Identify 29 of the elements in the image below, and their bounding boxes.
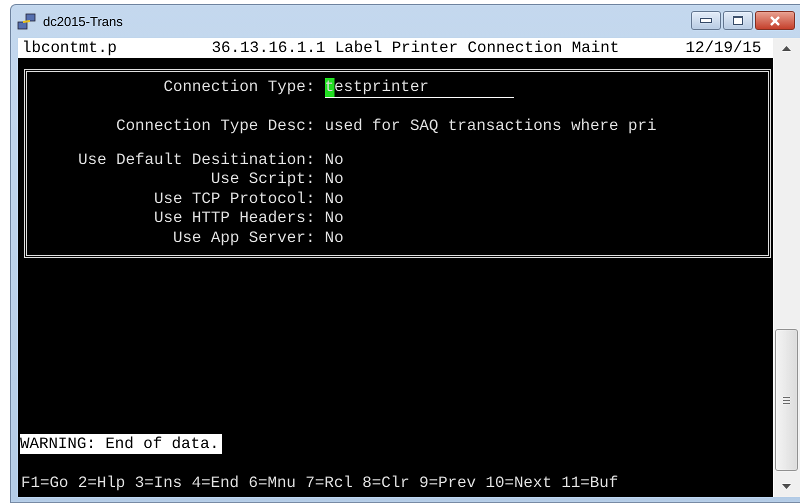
field-label: Use App Server:	[172, 228, 316, 248]
window-title: dc2015-Trans	[43, 14, 123, 29]
maximize-button[interactable]	[723, 11, 753, 30]
field-label: Use Script:	[210, 170, 316, 190]
field-value: No	[324, 228, 344, 248]
function-key-legend: F1=Go 2=Hlp 3=Ins 4=End 6=Mnu 7=Rcl 8=Clr 9=Prev 10=Next 11=Buf	[18, 473, 774, 493]
screen-title: 36.13.16.1.1 Label Printer Connection Maint	[212, 38, 620, 58]
scroll-up-icon[interactable]	[782, 46, 792, 51]
field-value: used for SAQ transactions where pri	[324, 117, 656, 136]
minimize-button[interactable]	[691, 11, 721, 30]
program-name: lbcontmt.p	[22, 38, 118, 58]
field-value: No	[324, 170, 344, 190]
scroll-down-icon[interactable]	[782, 484, 792, 489]
field-label: Use Default Desitination:	[77, 150, 316, 170]
field-label: Use HTTP Headers:	[153, 209, 316, 228]
screen-date: 12/19/15	[686, 38, 762, 58]
scroll-thumb[interactable]	[775, 329, 798, 471]
grip-icon	[783, 396, 790, 404]
warning-message: WARNING: End of data.	[20, 434, 222, 454]
field-label: Connection Type:	[162, 78, 316, 98]
field-value: No	[324, 150, 344, 170]
field-label: Use TCP Protocol:	[153, 190, 316, 209]
field-label: Connection Type Desc:	[115, 117, 316, 136]
close-button[interactable]	[755, 11, 795, 30]
scrollbar[interactable]	[773, 38, 800, 497]
computers-icon	[17, 12, 37, 30]
close-icon	[769, 16, 781, 26]
field-value: No	[324, 190, 344, 209]
field-value: No	[324, 209, 344, 228]
